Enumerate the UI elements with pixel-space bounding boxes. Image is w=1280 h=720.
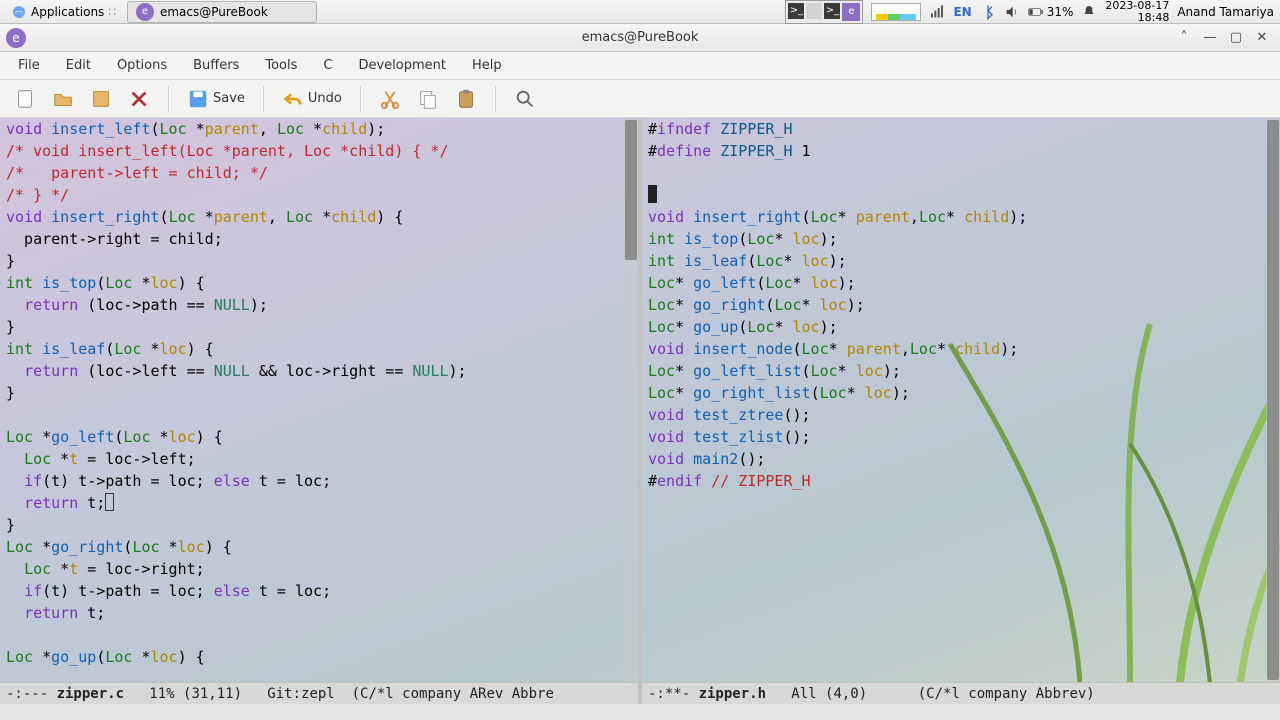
system-monitor[interactable] — [871, 3, 921, 21]
time-label: 18:48 — [1105, 12, 1169, 24]
keyboard-layout[interactable]: EN — [953, 5, 971, 19]
network-icon[interactable] — [929, 4, 945, 20]
left-pane: void insert_left(Loc *parent, Loc *child… — [0, 118, 638, 704]
left-buffer-name: zipper.c — [57, 686, 124, 702]
emacs-window: e emacs@PureBook ˄ — ▢ ✕ File Edit Optio… — [0, 24, 1280, 720]
right-modeline[interactable]: -:**- zipper.h All (4,0) (C/*l company A… — [642, 682, 1280, 704]
right-code-area[interactable]: #ifndef ZIPPER_H #define ZIPPER_H 1 void… — [642, 118, 1280, 682]
workspace-terminal-icon: >_ — [788, 3, 804, 19]
menu-handle-icon: ∷ — [108, 5, 116, 19]
battery-indicator[interactable]: 31% — [1028, 4, 1074, 20]
dired-button[interactable] — [90, 88, 112, 110]
bluetooth-icon[interactable] — [980, 4, 996, 20]
left-code: void insert_left(Loc *parent, Loc *child… — [0, 118, 638, 668]
xfce-icon — [11, 4, 27, 20]
paste-button[interactable] — [455, 88, 477, 110]
editor-area: void insert_left(Loc *parent, Loc *child… — [0, 118, 1280, 704]
left-code-area[interactable]: void insert_left(Loc *parent, Loc *child… — [0, 118, 638, 682]
workspace-switcher[interactable]: >_ >_ e — [785, 0, 863, 24]
right-code: #ifndef ZIPPER_H #define ZIPPER_H 1 void… — [642, 118, 1280, 492]
kill-buffer-button[interactable] — [128, 88, 150, 110]
menu-file[interactable]: File — [6, 54, 52, 77]
search-button[interactable] — [514, 88, 536, 110]
cursor-hollow — [105, 493, 114, 511]
menu-tools[interactable]: Tools — [253, 54, 309, 77]
emacs-icon: e — [136, 3, 154, 21]
open-file-button[interactable] — [52, 88, 74, 110]
save-button[interactable]: Save — [187, 88, 245, 110]
notifications-icon[interactable] — [1081, 4, 1097, 20]
volume-icon[interactable] — [1004, 4, 1020, 20]
workspace-terminal-icon-2: >_ — [824, 3, 840, 19]
menubar: File Edit Options Buffers Tools C Develo… — [0, 52, 1280, 80]
right-mode-info: All (4,0) (C/*l company Abbrev) — [766, 686, 1095, 702]
applications-label: Applications — [31, 5, 104, 19]
left-mode-info: 11% (31,11) Git:zepl (C/*l company ARev … — [124, 686, 554, 702]
task-title: emacs@PureBook — [160, 5, 268, 19]
toolbar-separator — [360, 86, 361, 112]
menu-options[interactable]: Options — [105, 54, 179, 77]
menu-development[interactable]: Development — [346, 54, 458, 77]
undo-button[interactable]: Undo — [282, 88, 342, 110]
workspace-emacs-icon: e — [842, 3, 860, 21]
new-file-button[interactable] — [14, 88, 36, 110]
right-pane: #ifndef ZIPPER_H #define ZIPPER_H 1 void… — [638, 118, 1280, 704]
window-title: emacs@PureBook — [0, 30, 1280, 45]
menu-edit[interactable]: Edit — [54, 54, 103, 77]
clock[interactable]: 2023-08-17 18:48 — [1105, 0, 1169, 24]
minibuffer[interactable] — [0, 704, 1280, 720]
undo-label: Undo — [308, 91, 342, 106]
battery-percent: 31% — [1047, 5, 1074, 19]
system-panel: Applications ∷ e emacs@PureBook >_ >_ e … — [0, 0, 1280, 24]
toolbar: Save Undo — [0, 80, 1280, 118]
right-buffer-name: zipper.h — [699, 686, 766, 702]
user-name[interactable]: Anand Tamariya — [1177, 5, 1274, 19]
workspace-2[interactable] — [806, 3, 822, 19]
menu-buffers[interactable]: Buffers — [181, 54, 251, 77]
left-modeline[interactable]: -:--- zipper.c 11% (31,11) Git:zepl (C/*… — [0, 682, 638, 704]
taskbar-item-emacs[interactable]: e emacs@PureBook — [127, 1, 317, 23]
menu-c[interactable]: C — [311, 54, 344, 77]
toolbar-separator — [495, 86, 496, 112]
toolbar-separator — [168, 86, 169, 112]
cursor-solid — [648, 185, 657, 203]
date-label: 2023-08-17 — [1105, 0, 1169, 12]
save-label: Save — [213, 91, 245, 106]
right-scrollbar[interactable] — [1266, 118, 1280, 682]
titlebar[interactable]: e emacs@PureBook ˄ — ▢ ✕ — [0, 24, 1280, 52]
menu-help[interactable]: Help — [460, 54, 514, 77]
toolbar-separator — [263, 86, 264, 112]
applications-menu[interactable]: Applications ∷ — [4, 1, 123, 23]
left-scrollbar[interactable] — [624, 118, 638, 682]
copy-button[interactable] — [417, 88, 439, 110]
cut-button[interactable] — [379, 88, 401, 110]
battery-icon — [1028, 4, 1044, 20]
